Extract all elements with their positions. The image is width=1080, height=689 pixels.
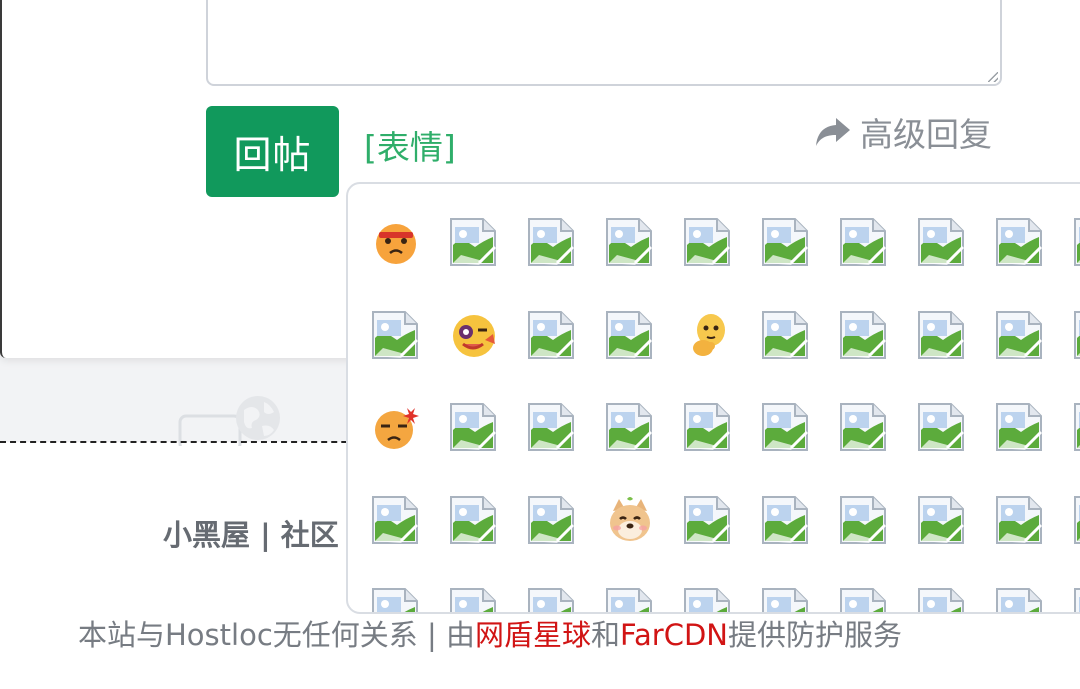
footer-links[interactable]: 小黑屋 | 社区 bbox=[163, 512, 339, 554]
emoji-broken-image-icon[interactable] bbox=[760, 494, 812, 546]
emoji-broken-image-icon[interactable] bbox=[916, 586, 968, 612]
emoji-annoyed-face-icon[interactable] bbox=[370, 401, 422, 453]
emoji-broken-image-icon[interactable] bbox=[1072, 216, 1080, 268]
resize-grip-icon[interactable] bbox=[988, 72, 998, 82]
emoji-broken-image-icon[interactable] bbox=[760, 216, 812, 268]
emoji-broken-image-icon[interactable] bbox=[916, 494, 968, 546]
emoji-broken-image-icon[interactable] bbox=[604, 401, 656, 453]
emoji-broken-image-icon[interactable] bbox=[370, 494, 422, 546]
page: 回帖 [表情] 高级回复 小黑屋 | 社区 本站与Hostloc无任何关系 | … bbox=[0, 0, 1080, 689]
emoji-broken-image-icon[interactable] bbox=[448, 586, 500, 612]
globe-icon bbox=[178, 396, 280, 446]
emoji-broken-image-icon[interactable] bbox=[1072, 586, 1080, 612]
emoji-broken-image-icon[interactable] bbox=[604, 309, 656, 361]
advanced-reply-link[interactable]: 高级回复 bbox=[814, 110, 992, 154]
emoji-broken-image-icon[interactable] bbox=[526, 401, 578, 453]
emoji-broken-image-icon[interactable] bbox=[448, 401, 500, 453]
emoji-broken-image-icon[interactable] bbox=[760, 401, 812, 453]
emoji-broken-image-icon[interactable] bbox=[526, 494, 578, 546]
emoji-broken-image-icon[interactable] bbox=[526, 216, 578, 268]
emoji-broken-image-icon[interactable] bbox=[682, 216, 734, 268]
emoji-broken-image-icon[interactable] bbox=[526, 586, 578, 612]
emoji-broken-image-icon[interactable] bbox=[682, 494, 734, 546]
emoji-broken-image-icon[interactable] bbox=[838, 309, 890, 361]
emoji-broken-image-icon[interactable] bbox=[1072, 494, 1080, 546]
footer-note: 本站与Hostloc无任何关系 | 由网盾星球和FarCDN提供防护服务 bbox=[78, 612, 1038, 654]
emoji-broken-image-icon[interactable] bbox=[994, 401, 1046, 453]
footer-brand-link-1[interactable]: 网盾星球 bbox=[475, 618, 591, 652]
emoji-broken-image-icon[interactable] bbox=[604, 216, 656, 268]
emoji-broken-image-icon[interactable] bbox=[838, 586, 890, 612]
emoji-broken-image-icon[interactable] bbox=[604, 586, 656, 612]
emoji-injured-face-icon[interactable] bbox=[448, 309, 500, 361]
footer-note-and: 和 bbox=[591, 618, 621, 652]
footer-note-prefix: 本站与Hostloc无任何关系 | 由 bbox=[78, 618, 475, 652]
emoji-broken-image-icon[interactable] bbox=[994, 309, 1046, 361]
emoji-broken-image-icon[interactable] bbox=[916, 216, 968, 268]
footer-brand-link-2[interactable]: FarCDN bbox=[620, 618, 728, 652]
emoji-broken-image-icon[interactable] bbox=[838, 216, 890, 268]
emoji-thinking-face-icon[interactable] bbox=[682, 309, 734, 361]
emoji-broken-image-icon[interactable] bbox=[448, 216, 500, 268]
emoji-broken-image-icon[interactable] bbox=[994, 494, 1046, 546]
emoji-broken-image-icon[interactable] bbox=[760, 309, 812, 361]
reply-submit-button[interactable]: 回帖 bbox=[206, 106, 339, 197]
emoji-broken-image-icon[interactable] bbox=[370, 309, 422, 361]
emoji-doge-face-icon[interactable] bbox=[604, 494, 656, 546]
emoji-broken-image-icon[interactable] bbox=[916, 401, 968, 453]
emoji-broken-image-icon[interactable] bbox=[838, 494, 890, 546]
emoji-broken-image-icon[interactable] bbox=[760, 586, 812, 612]
emoji-broken-image-icon[interactable] bbox=[1072, 309, 1080, 361]
reply-textarea[interactable] bbox=[206, 0, 1002, 86]
emoji-toggle-link[interactable]: [表情] bbox=[364, 126, 456, 170]
footer-note-suffix: 提供防护服务 bbox=[728, 618, 903, 652]
emoji-broken-image-icon[interactable] bbox=[994, 586, 1046, 612]
emoji-broken-image-icon[interactable] bbox=[1072, 401, 1080, 453]
emoji-broken-image-icon[interactable] bbox=[448, 494, 500, 546]
advanced-reply-label: 高级回复 bbox=[860, 115, 992, 154]
emoji-broken-image-icon[interactable] bbox=[682, 401, 734, 453]
emoji-broken-image-icon[interactable] bbox=[682, 586, 734, 612]
emoji-broken-image-icon[interactable] bbox=[526, 309, 578, 361]
emoji-broken-image-icon[interactable] bbox=[994, 216, 1046, 268]
share-arrow-icon bbox=[816, 118, 850, 146]
emoji-angry-face-icon[interactable] bbox=[370, 216, 422, 268]
emoji-broken-image-icon[interactable] bbox=[370, 586, 422, 612]
emoji-picker-panel bbox=[346, 182, 1080, 614]
emoji-broken-image-icon[interactable] bbox=[916, 309, 968, 361]
emoji-broken-image-icon[interactable] bbox=[838, 401, 890, 453]
